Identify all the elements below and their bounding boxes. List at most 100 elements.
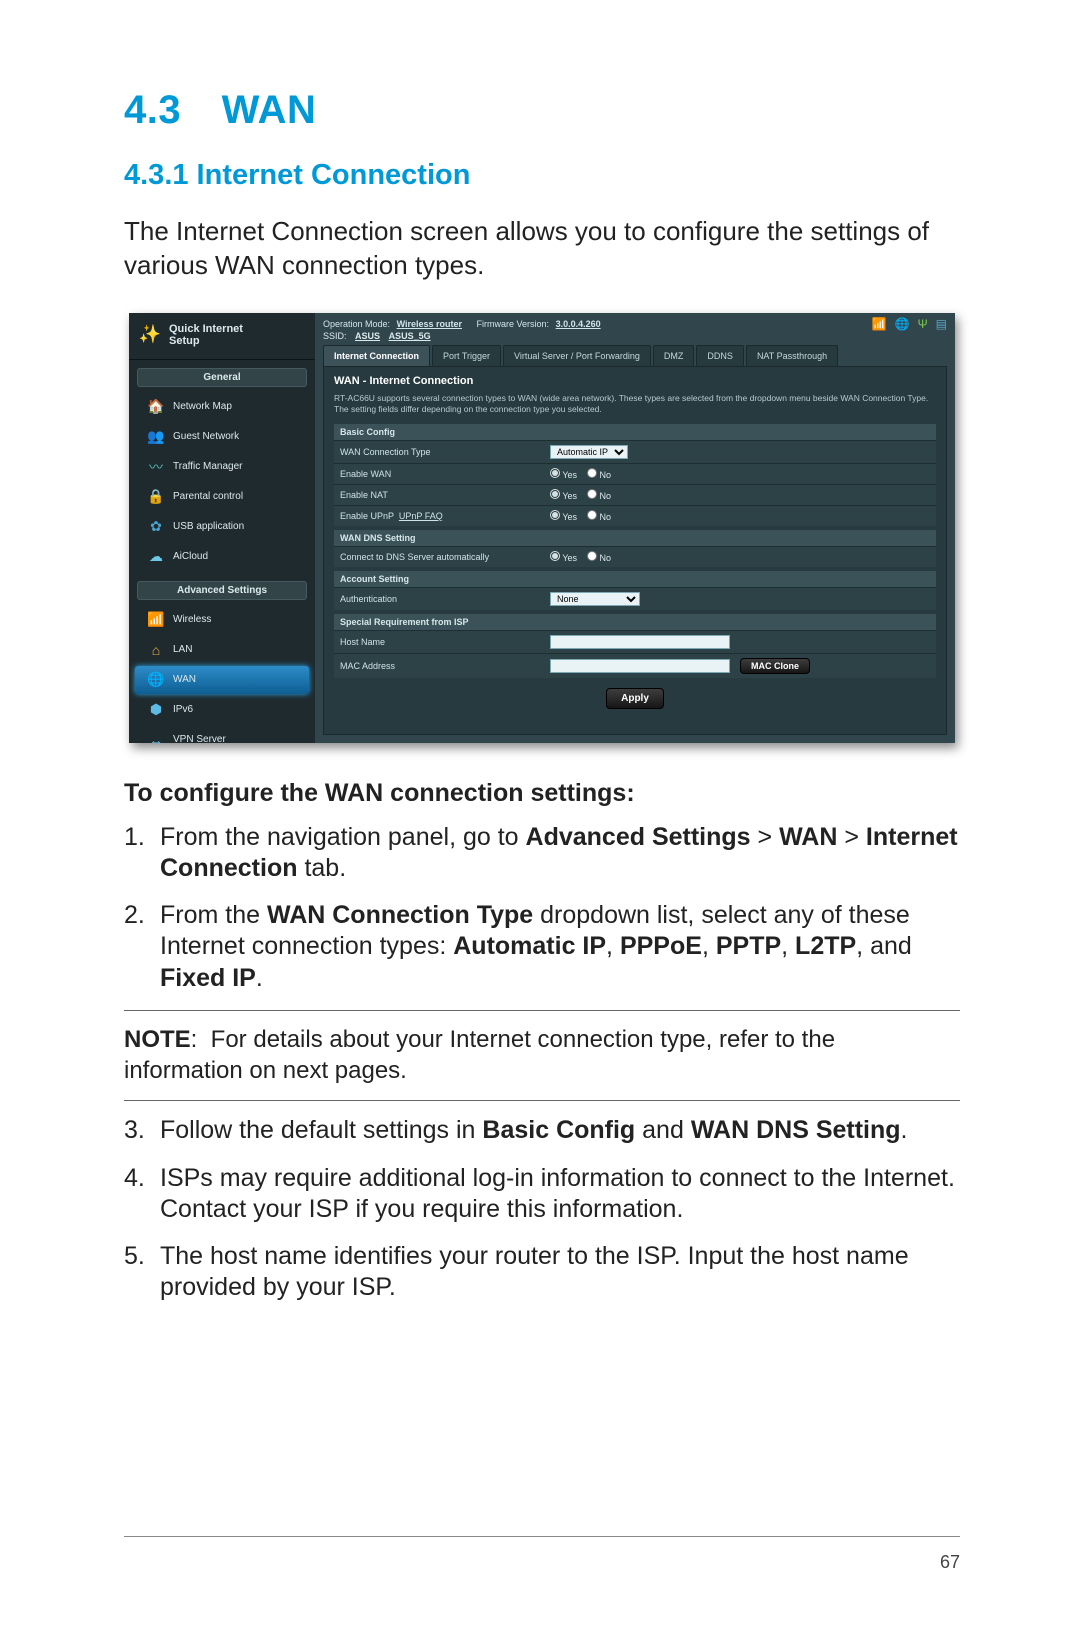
ssid-row: SSID: ASUS ASUS_5G [315,331,955,345]
note-separator-top [124,1010,960,1011]
section-basic-config: Basic Config [334,424,936,440]
subsection-heading: 4.3.1 Internet Connection [124,159,960,192]
section-heading: 4.3 WAN [124,88,960,133]
input-host-name[interactable] [550,635,730,649]
section-isp-req: Special Requirement from ISP [334,614,936,630]
op-mode-value[interactable]: Wireless router [397,319,462,329]
fw-label: Firmware Version: [477,319,550,329]
wan-tabs: Internet ConnectionPort TriggerVirtual S… [315,345,955,366]
panel-title: WAN - Internet Connection [334,375,936,387]
globe-icon[interactable]: 🌐 [895,317,910,331]
status-icon[interactable]: ▤ [936,317,947,331]
status-bar: Operation Mode: Wireless router Firmware… [323,319,605,329]
sidebar-advanced-header: Advanced Settings [137,581,307,600]
quick-internet-setup[interactable]: ✨ Quick Internet Setup [129,313,315,360]
step-item: Follow the default settings in Basic Con… [124,1115,960,1146]
sidebar-item-ipv6[interactable]: ⬢ IPv6 [135,696,309,724]
ssid-2[interactable]: ASUS_5G [389,331,431,341]
label-authentication: Authentication [340,594,550,604]
ipv6-icon: ⬢ [147,701,165,719]
sidebar-item-guest-network[interactable]: 👥 Guest Network [135,423,309,451]
op-mode-label: Operation Mode: [323,319,390,329]
step-item: From the WAN Connection Type dropdown li… [124,900,960,994]
radio-enable-upnp-yes[interactable]: Yes [550,510,577,522]
sidebar: ✨ Quick Internet Setup General 🏠 Network … [129,313,315,743]
footer-rule [124,1536,960,1537]
quick-internet-setup-label: Quick Internet Setup [169,323,243,347]
tab-ddns[interactable]: DDNS [696,345,744,366]
aicloud-icon: ☁ [147,548,165,566]
note-separator-bottom [124,1100,960,1101]
step-item: ISPs may require additional log-in infor… [124,1163,960,1226]
input-mac-address[interactable] [550,659,730,673]
network-map-icon: 🏠 [147,398,165,416]
radio-enable-nat-no[interactable]: No [587,489,611,501]
tab-port-trigger[interactable]: Port Trigger [432,345,501,366]
signal-icon[interactable]: 📶 [872,317,887,331]
step-item: From the navigation panel, go to Advance… [124,822,960,885]
tab-virtual-server-port-forwarding[interactable]: Virtual Server / Port Forwarding [503,345,651,366]
select-wan-connection-type[interactable]: Automatic IP [550,445,628,459]
sidebar-item-label: Wireless [173,614,211,625]
ssid-label: SSID: [323,331,347,341]
apply-button[interactable]: Apply [606,688,664,709]
sidebar-item-aicloud[interactable]: ☁ AiCloud [135,543,309,571]
label-enable-wan: Enable WAN [340,469,550,479]
section-account: Account Setting [334,571,936,587]
sidebar-item-vpn-server[interactable]: ↔VPN Server [135,726,309,754]
sidebar-general-header: General [137,368,307,387]
label-enable-upnp: Enable UPnP [340,511,394,521]
radio-enable-nat-yes[interactable]: Yes [550,489,577,501]
sidebar-item-label: AiCloud [173,551,208,562]
sidebar-item-label: WAN [173,674,196,685]
ssid-1[interactable]: ASUS [355,331,380,341]
sidebar-item-label: VPN Server [173,734,226,745]
sidebar-item-parental-control[interactable]: 🔒 Parental control [135,483,309,511]
magic-wand-icon: ✨ [139,324,161,346]
sidebar-item-label: USB application [173,521,244,532]
tab-dmz[interactable]: DMZ [653,345,695,366]
note-paragraph: NOTE: For details about your Internet co… [124,1025,960,1086]
radio-dns-auto-no[interactable]: No [587,551,611,563]
sidebar-item-lan[interactable]: ⌂ LAN [135,636,309,664]
sidebar-item-wireless[interactable]: 📶Wireless [135,606,309,634]
select-authentication[interactable]: None [550,592,640,606]
sidebar-item-label: Traffic Manager [173,461,242,472]
radio-enable-wan-no[interactable]: No [587,468,611,480]
tab-internet-connection[interactable]: Internet Connection [323,345,430,366]
steps-list-2: Follow the default settings in Basic Con… [124,1115,960,1303]
lan-icon: ⌂ [147,641,165,659]
sidebar-item-label: Guest Network [173,431,239,442]
router-screenshot: ✨ Quick Internet Setup General 🏠 Network … [129,313,955,743]
usb-application-icon: ✿ [147,518,165,536]
fw-value[interactable]: 3.0.0.4.260 [556,319,601,329]
tab-nat-passthrough[interactable]: NAT Passthrough [746,345,838,366]
wan-icon: 🌐 [147,671,165,689]
radio-enable-upnp-no[interactable]: No [587,510,611,522]
sidebar-item-label: Network Map [173,401,232,412]
guest-network-icon: 👥 [147,428,165,446]
intro-paragraph: The Internet Connection screen allows yo… [124,214,960,283]
label-wan-connection-type: WAN Connection Type [340,447,550,457]
page-number: 67 [940,1552,960,1573]
sidebar-item-label: LAN [173,644,192,655]
configure-heading: To configure the WAN connection settings… [124,779,960,808]
label-enable-nat: Enable NAT [340,490,550,500]
radio-enable-wan-yes[interactable]: Yes [550,468,577,480]
traffic-manager-icon: 〰 [147,458,165,476]
label-mac-address: MAC Address [340,661,550,671]
step-item: The host name identifies your router to … [124,1241,960,1304]
mac-clone-button[interactable]: MAC Clone [740,658,810,674]
sidebar-item-label: IPv6 [173,704,193,715]
sidebar-item-wan[interactable]: 🌐 WAN [135,666,309,694]
sidebar-item-traffic-manager[interactable]: 〰 Traffic Manager [135,453,309,481]
parental-control-icon: 🔒 [147,488,165,506]
sidebar-item-label: Parental control [173,491,243,502]
sidebar-item-usb-application[interactable]: ✿ USB application [135,513,309,541]
usb-icon[interactable]: Ψ [918,317,928,331]
radio-dns-auto-yes[interactable]: Yes [550,551,577,563]
sidebar-item-network-map[interactable]: 🏠 Network Map [135,393,309,421]
main-panel: Operation Mode: Wireless router Firmware… [315,313,955,743]
section-wan-dns: WAN DNS Setting [334,530,936,546]
link-upnp-faq[interactable]: UPnP FAQ [399,511,443,521]
